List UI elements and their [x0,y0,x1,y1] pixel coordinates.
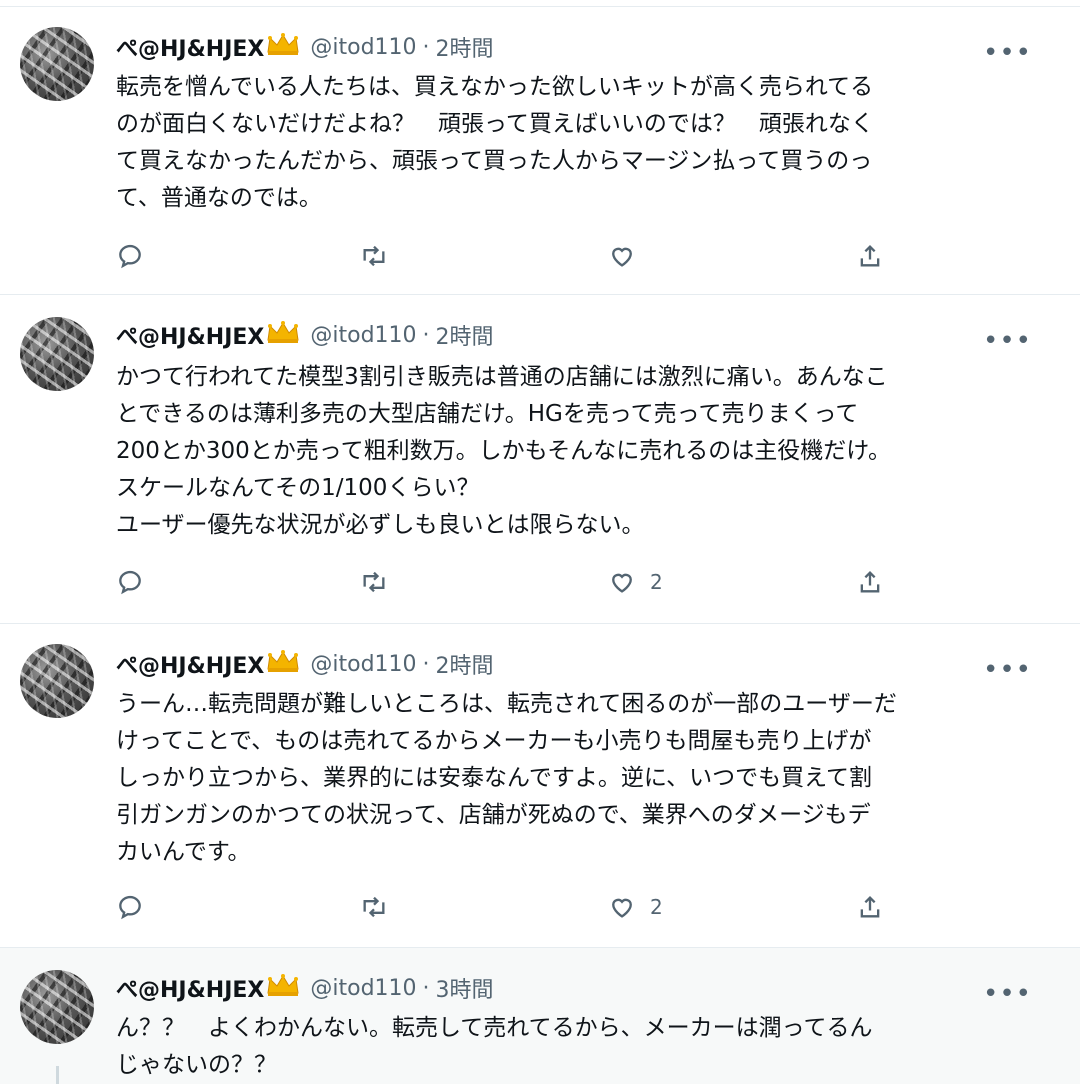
reply-icon [119,895,141,920]
user-handle[interactable]: @itod110 [310,323,416,348]
avatar[interactable] [20,317,94,391]
reply-icon [119,244,141,269]
top-divider [0,0,1080,7]
avatar[interactable] [20,970,94,1044]
reply-button[interactable] [116,241,158,271]
more-icon[interactable]: ••• [983,657,1032,683]
retweet-button[interactable] [360,241,402,271]
heart-icon [612,247,632,267]
display-name[interactable]: ぺ@HJ&HJEX [116,31,264,63]
retweet-icon [363,245,385,267]
retweet-button[interactable] [360,892,402,922]
more-icon[interactable]: ••• [983,40,1032,66]
more-icon[interactable]: ••• [983,981,1032,1007]
share-icon [860,571,880,593]
user-handle[interactable]: @itod110 [310,976,416,1001]
share-button[interactable] [856,892,884,922]
retweet-icon [363,896,385,918]
display-name[interactable]: ぺ@HJ&HJEX [116,972,264,1004]
share-icon [860,896,880,918]
crown-icon [266,32,300,62]
tweet[interactable]: ぺ@HJ&HJEX @itod110 · 2時間 ••• 転売を憎んでいる人たち… [0,7,1080,295]
thread-line [56,1066,59,1084]
user-handle[interactable]: @itod110 [310,652,416,677]
reply-button[interactable] [116,567,158,597]
timestamp[interactable]: 3時間 [436,972,494,1004]
crown-icon [266,649,300,679]
tweet-header: ぺ@HJ&HJEX @itod110 · 3時間 [116,973,494,1003]
action-bar [116,241,916,271]
tweet-highlighted[interactable]: ぺ@HJ&HJEX @itod110 · 3時間 ••• ん？？ よくわかんない… [0,948,1080,1084]
tweet-header: ぺ@HJ&HJEX @itod110 · 2時間 [116,649,494,679]
action-bar: 2 [116,892,916,922]
crown-icon [266,320,300,350]
action-bar: 2 [116,567,916,597]
tweet-header: ぺ@HJ&HJEX @itod110 · 2時間 [116,32,494,62]
separator-dot: · [422,322,430,348]
tweet-text: 転売を憎んでいる人たちは、買えなかった欲しいキットが高く売られてる のが面白くな… [116,74,874,211]
like-button[interactable]: 2 [608,892,663,922]
separator-dot: · [422,651,430,677]
tweet[interactable]: ぺ@HJ&HJEX @itod110 · 2時間 ••• かつて行われてた模型3… [0,295,1080,624]
separator-dot: · [422,34,430,60]
tweet-text: ん？？ よくわかんない。転売して売れてるから、メーカーは潤ってるん じゃないの？… [116,1015,873,1078]
heart-icon [612,573,632,593]
display-name[interactable]: ぺ@HJ&HJEX [116,319,264,351]
display-name[interactable]: ぺ@HJ&HJEX [116,648,264,680]
like-button[interactable] [608,241,650,271]
retweet-icon [363,571,385,593]
tweet-text: うーん…転売問題が難しいところは、転売されて困るのが一部のユーザーだ けってこと… [116,691,897,865]
more-icon[interactable]: ••• [983,328,1032,354]
heart-icon [612,898,632,918]
separator-dot: · [422,975,430,1001]
reply-button[interactable] [116,892,158,922]
share-icon [860,245,880,267]
retweet-button[interactable] [360,567,402,597]
timestamp[interactable]: 2時間 [436,648,494,680]
timestamp[interactable]: 2時間 [436,319,494,351]
like-count: 2 [650,895,663,919]
timestamp[interactable]: 2時間 [436,31,494,63]
like-count: 2 [650,570,663,594]
reply-icon [119,570,141,595]
tweet[interactable]: ぺ@HJ&HJEX @itod110 · 2時間 ••• うーん…転売問題が難し… [0,624,1080,948]
tweet-text: かつて行われてた模型3割引き販売は普通の店舗には激烈に痛い。あんなこ とできるの… [116,364,892,538]
tweet-header: ぺ@HJ&HJEX @itod110 · 2時間 [116,320,494,350]
like-button[interactable]: 2 [608,567,663,597]
share-button[interactable] [856,567,884,597]
share-button[interactable] [856,241,884,271]
user-handle[interactable]: @itod110 [310,35,416,60]
avatar[interactable] [20,644,94,718]
avatar[interactable] [20,27,94,101]
crown-icon [266,973,300,1003]
